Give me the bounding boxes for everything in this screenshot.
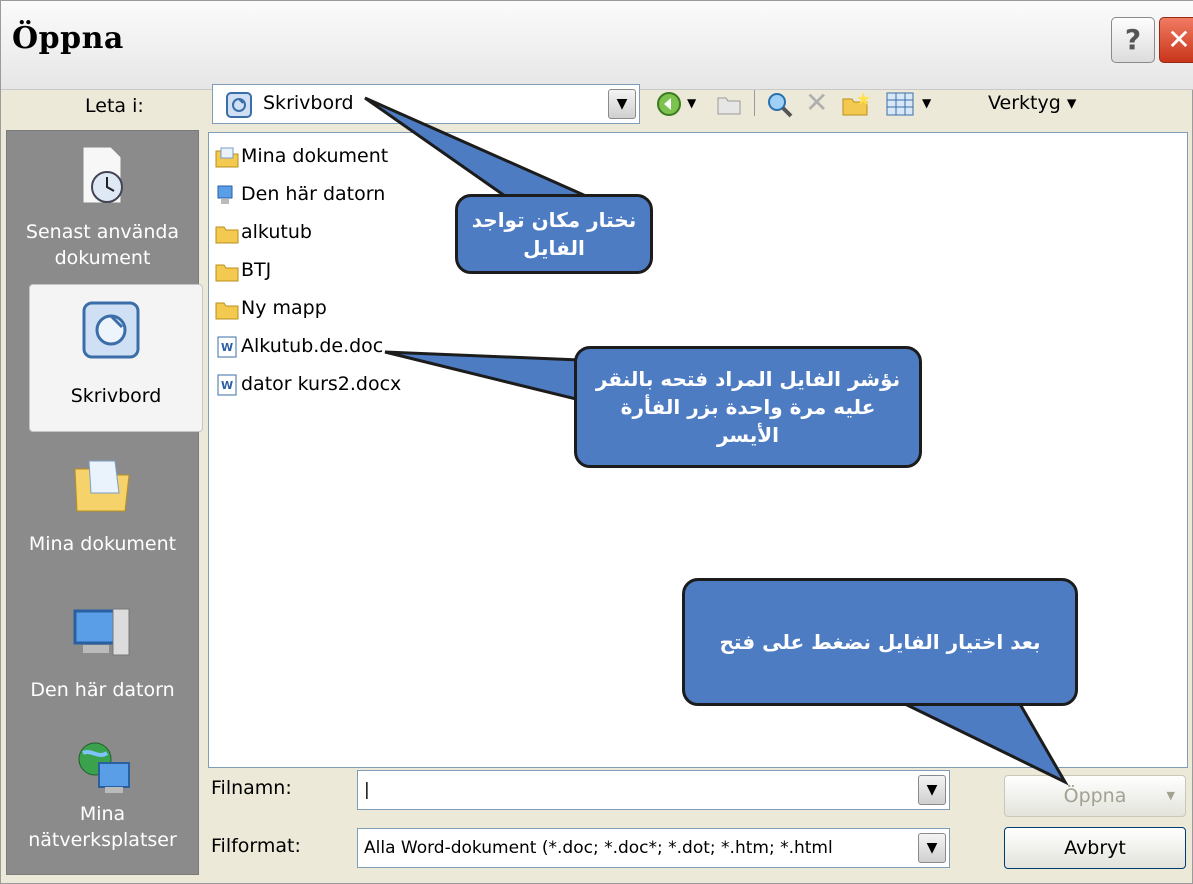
docs-folder-icon xyxy=(215,147,239,167)
views-dropdown-icon[interactable]: ▼ xyxy=(922,83,931,123)
filename-value: | xyxy=(364,780,370,800)
new-folder-icon[interactable] xyxy=(841,91,871,117)
select-file-callout: نؤشر الفايل المراد فتحه بالنقر عليه مرة … xyxy=(574,346,922,468)
lookin-combo[interactable]: Skrivbord ▼ xyxy=(212,84,640,124)
open-dropdown-icon[interactable]: ▼ xyxy=(1167,776,1175,816)
list-item[interactable]: alkutub xyxy=(215,221,312,251)
place-label: Mina dokument xyxy=(28,533,177,555)
file-name: dator kurs2.docx xyxy=(241,373,402,395)
filetype-value: Alla Word-dokument (*.doc; *.doc*; *.dot… xyxy=(364,838,833,858)
filetype-label: Filformat: xyxy=(211,835,301,857)
list-item[interactable]: Den här datorn xyxy=(215,183,385,213)
help-button[interactable]: ? xyxy=(1111,17,1155,63)
list-item[interactable]: BTJ xyxy=(215,259,271,289)
cancel-button[interactable]: Avbryt xyxy=(1004,827,1186,869)
open-button[interactable]: Öppna ▼ xyxy=(1004,775,1186,817)
place-network[interactable]: Mina nätverksplatser xyxy=(7,723,198,873)
list-item[interactable]: Wdator kurs2.docx xyxy=(215,373,401,403)
network-places-icon xyxy=(78,742,130,793)
open-hint-callout: بعد اختيار الفايل نضغط على فتح xyxy=(682,578,1078,706)
list-item[interactable]: W Alkutub.de.doc xyxy=(215,335,383,365)
place-recent[interactable]: Senast använda dokument xyxy=(7,131,198,281)
file-name: alkutub xyxy=(241,221,312,243)
lookin-value: Skrivbord xyxy=(263,92,354,114)
location-callout: نختار مكان تواجد الفايل xyxy=(455,194,653,274)
svg-text:W: W xyxy=(221,341,233,354)
file-name: Alkutub.de.doc xyxy=(241,335,384,357)
back-icon[interactable] xyxy=(656,91,682,117)
folder-icon xyxy=(215,302,239,319)
file-name: Den här datorn xyxy=(241,183,386,205)
file-name: Mina dokument xyxy=(241,145,389,167)
tools-menu[interactable]: Verktyg ▾ xyxy=(988,92,1076,114)
place-label: Senast använda dokument xyxy=(25,221,180,269)
filetype-select[interactable]: Alla Word-dokument (*.doc; *.doc*; *.dot… xyxy=(357,828,950,868)
svg-text:W: W xyxy=(221,379,233,392)
desktop-icon xyxy=(82,301,140,359)
lookin-label: Leta i: xyxy=(85,95,144,117)
word-doc-icon: W xyxy=(217,374,237,395)
list-item[interactable]: Mina dokument xyxy=(215,145,388,175)
my-computer-icon xyxy=(73,608,130,656)
delete-icon[interactable]: ✕ xyxy=(805,83,828,123)
filename-input[interactable]: | ▼ xyxy=(357,770,950,810)
place-label: Mina nätverksplatser xyxy=(28,803,177,851)
recent-documents-icon xyxy=(82,146,123,204)
place-my-documents[interactable]: Mina dokument xyxy=(7,441,198,591)
file-name: BTJ xyxy=(241,259,272,281)
dialog-title: Öppna xyxy=(12,21,124,56)
chevron-down-icon[interactable]: ▼ xyxy=(918,833,946,863)
filename-label: Filnamn: xyxy=(211,777,292,799)
place-label: Skrivbord xyxy=(70,385,162,407)
desktop-icon xyxy=(226,92,252,118)
place-desktop[interactable]: Skrivbord xyxy=(29,284,203,432)
computer-icon xyxy=(217,185,233,204)
views-icon[interactable] xyxy=(886,92,914,116)
places-bar: Senast använda dokument Skrivbord Mina d… xyxy=(6,130,203,875)
title-bar: Öppna ? ✕ xyxy=(1,1,1193,90)
close-button[interactable]: ✕ xyxy=(1159,17,1193,63)
my-documents-icon xyxy=(74,460,130,512)
search-web-icon[interactable] xyxy=(766,91,794,119)
open-button-label: Öppna xyxy=(1063,785,1127,807)
folder-icon xyxy=(215,226,239,243)
folder-icon xyxy=(215,264,239,281)
back-dropdown-icon[interactable]: ▼ xyxy=(687,83,696,123)
up-folder-icon[interactable] xyxy=(716,92,742,116)
list-item[interactable]: Ny mapp xyxy=(215,297,327,327)
place-label: Den här datorn xyxy=(30,679,175,701)
word-doc-icon: W xyxy=(217,336,237,357)
chevron-down-icon[interactable]: ▼ xyxy=(608,89,636,119)
chevron-down-icon[interactable]: ▼ xyxy=(918,775,946,805)
place-my-computer[interactable]: Den här datorn xyxy=(7,589,198,739)
file-name: Ny mapp xyxy=(241,297,327,319)
